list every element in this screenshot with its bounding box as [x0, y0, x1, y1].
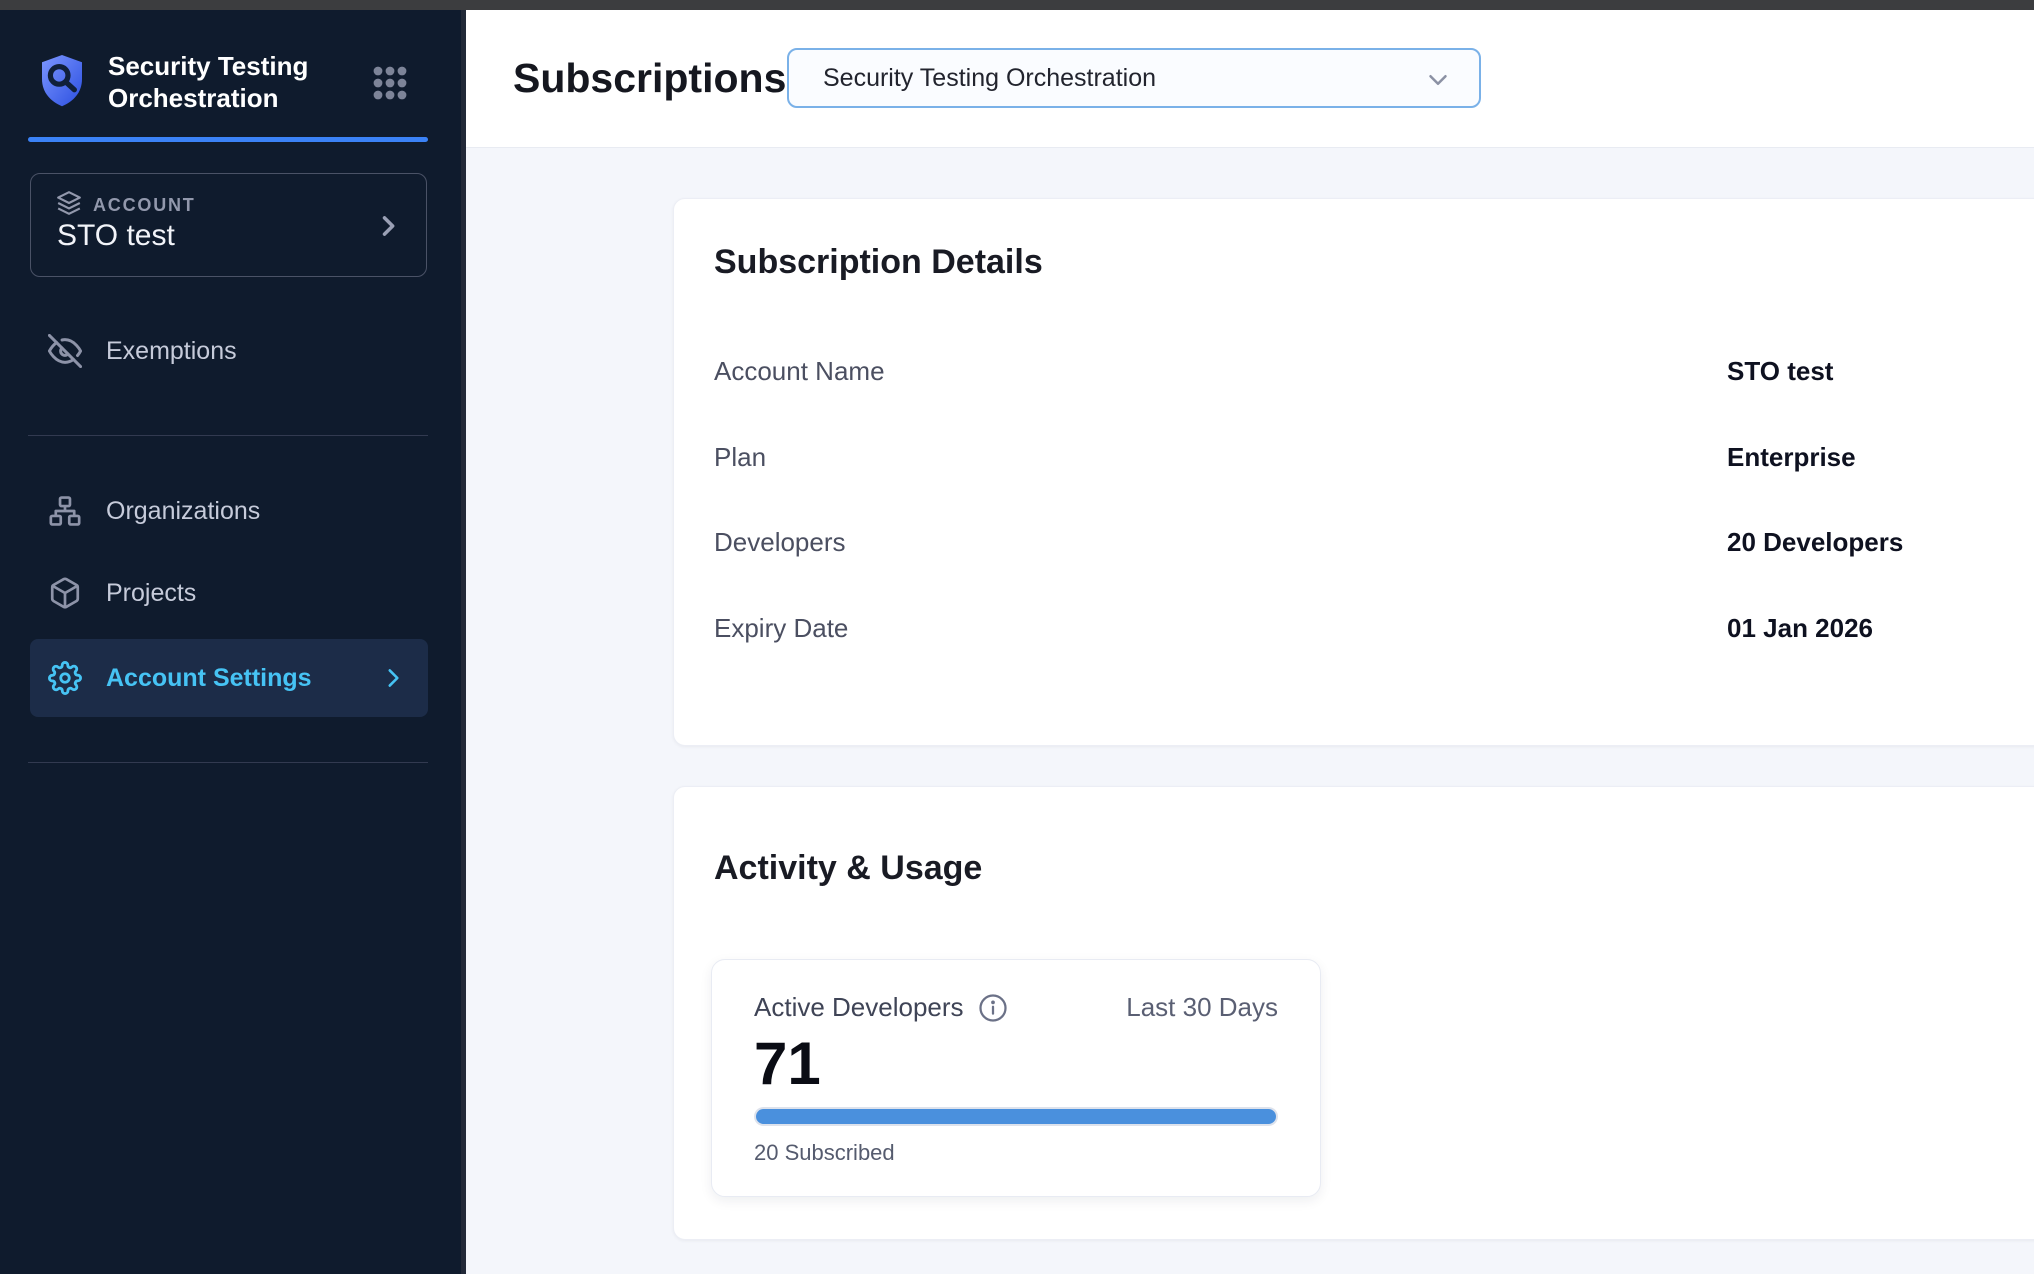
account-scope-card[interactable]: ACCOUNT STO test — [30, 173, 427, 277]
detail-value: 01 Jan 2026 — [1727, 611, 1873, 645]
sidebar-item-label: Organizations — [106, 497, 260, 526]
gear-icon — [48, 661, 82, 695]
screen: Security Testing Orchestration ACCOUNT S… — [0, 0, 2034, 1274]
detail-value: 20 Developers — [1727, 525, 1903, 559]
subscription-details-card: Subscription Details Account Name STO te… — [673, 198, 2034, 746]
detail-label: Plan — [714, 440, 766, 474]
account-scope-label: ACCOUNT — [93, 195, 196, 216]
module-select-value: Security Testing Orchestration — [823, 64, 1156, 93]
detail-value: STO test — [1727, 354, 1833, 388]
active-developers-stat-card: Active Developers Last 30 Days 71 20 Sub… — [711, 959, 1321, 1197]
main-content: Subscription Details Account Name STO te… — [466, 148, 2034, 1274]
sidebar: Security Testing Orchestration ACCOUNT S… — [0, 10, 466, 1274]
account-name: STO test — [57, 219, 175, 253]
layers-icon — [56, 190, 82, 216]
detail-value: Enterprise — [1727, 440, 1856, 474]
activity-usage-card: Activity & Usage Active Developers Last … — [673, 786, 2034, 1240]
usage-progress-track — [754, 1107, 1278, 1126]
org-chart-icon — [48, 494, 82, 528]
subscription-details-title: Subscription Details — [714, 243, 1043, 282]
eye-off-icon — [48, 334, 82, 368]
stat-label: Active Developers — [754, 992, 964, 1023]
sidebar-divider — [28, 435, 428, 436]
chevron-down-icon — [1423, 65, 1453, 95]
module-grid-icon[interactable] — [372, 65, 408, 101]
cube-icon — [48, 576, 82, 610]
sidebar-item-label: Account Settings — [106, 664, 312, 693]
module-select-dropdown[interactable]: Security Testing Orchestration — [787, 48, 1481, 108]
sto-shield-logo-icon — [38, 52, 86, 110]
chevron-right-icon — [374, 212, 402, 240]
chevron-right-icon — [380, 665, 406, 691]
app-title: Security Testing Orchestration — [108, 50, 348, 114]
page-title: Subscriptions — [513, 54, 786, 102]
sidebar-item-account-settings[interactable]: Account Settings — [30, 639, 428, 717]
activity-usage-title: Activity & Usage — [714, 849, 982, 888]
sidebar-item-organizations[interactable]: Organizations — [30, 484, 428, 538]
sidebar-item-label: Projects — [106, 579, 196, 608]
sidebar-item-projects[interactable]: Projects — [30, 566, 428, 620]
module-accent-line — [28, 137, 428, 142]
active-developers-count: 71 — [754, 1031, 1278, 1097]
detail-label: Account Name — [714, 354, 885, 388]
detail-label: Developers — [714, 525, 846, 559]
sidebar-item-label: Exemptions — [106, 337, 237, 366]
detail-label: Expiry Date — [714, 611, 848, 645]
sidebar-item-exemptions[interactable]: Exemptions — [30, 324, 428, 378]
subscribed-count: 20 Subscribed — [754, 1140, 1278, 1166]
usage-progress-bar — [756, 1109, 1276, 1124]
page-header: Subscriptions Security Testing Orchestra… — [466, 10, 2034, 148]
stat-period: Last 30 Days — [1126, 992, 1278, 1023]
sidebar-divider — [28, 762, 428, 763]
info-icon[interactable] — [978, 993, 1008, 1023]
window-top-strip — [0, 0, 2034, 10]
